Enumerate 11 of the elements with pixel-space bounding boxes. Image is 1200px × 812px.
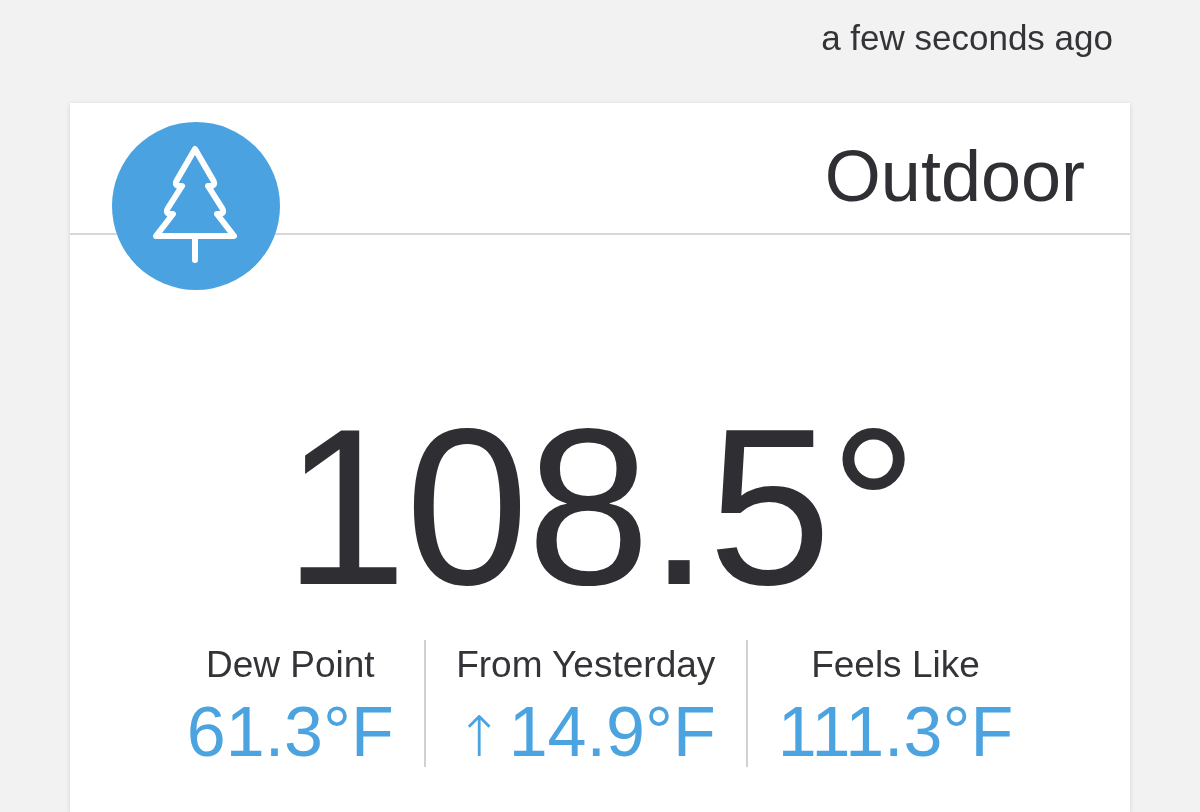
stat-label: From Yesterday — [456, 644, 716, 686]
stat-value: 111.3°F — [777, 696, 1014, 768]
stat-value: 14.9°F — [508, 696, 716, 768]
stat-label: Dew Point — [205, 644, 375, 686]
temperature-reading: 108.5° — [283, 407, 917, 607]
updated-time: a few seconds ago — [821, 18, 1113, 59]
stat-value: 61.3°F — [186, 696, 394, 768]
card-title: Outdoor — [824, 140, 1085, 212]
tree-icon — [112, 122, 280, 290]
trend-arrow: ↑ — [455, 703, 503, 771]
stat-label: Feels Like — [811, 644, 980, 686]
